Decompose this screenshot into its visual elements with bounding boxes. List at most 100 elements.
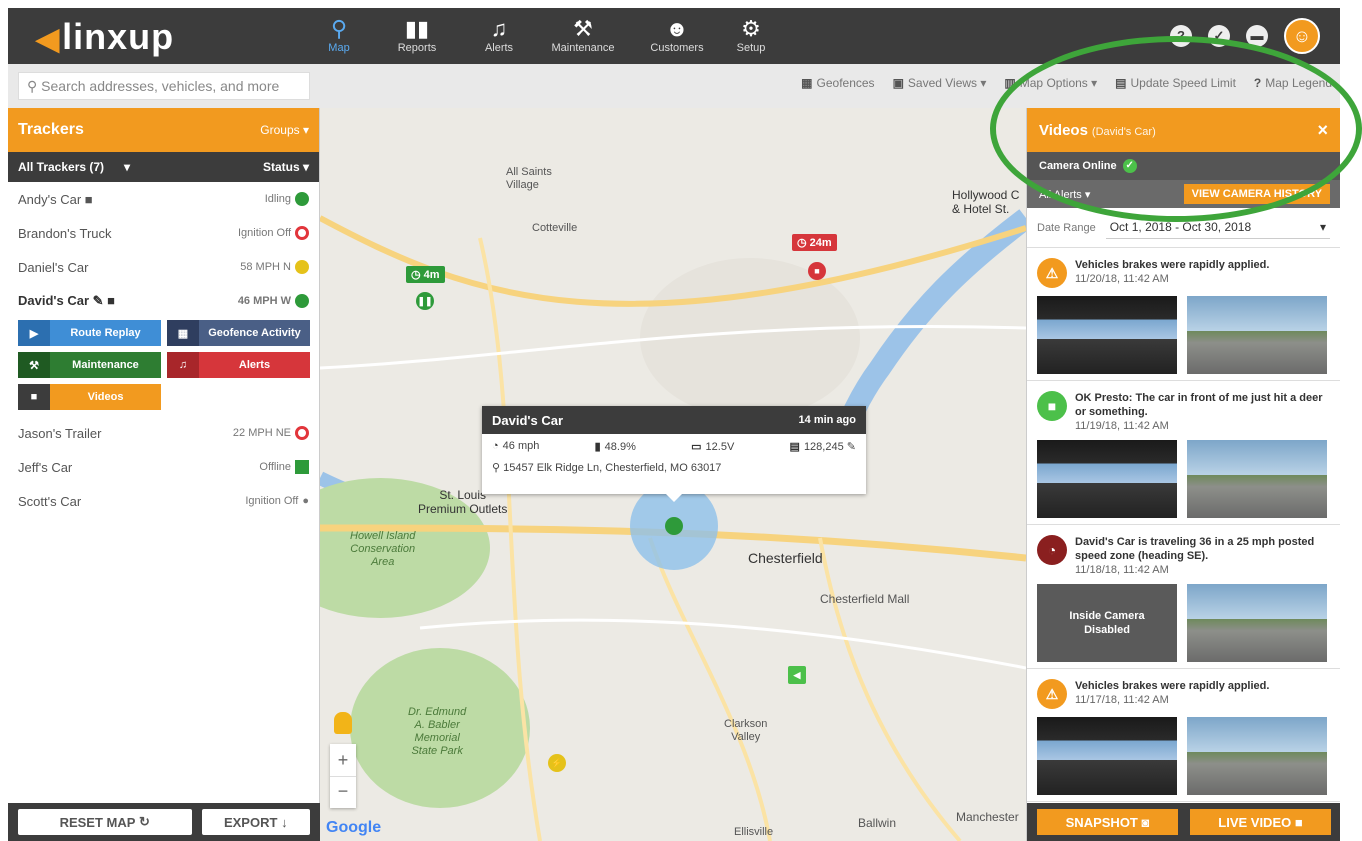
camera-status-bar: Camera Online ✓ <box>1027 152 1340 180</box>
videos-footer: SNAPSHOT ◙ LIVE VIDEO ■ <box>1027 803 1340 841</box>
address-text: 15457 Elk Ridge Ln, Chesterfield, MO 630… <box>503 462 722 474</box>
inside-camera-thumbnail[interactable] <box>1037 296 1177 374</box>
trackers-filter-bar: All Trackers (7) ▾ Status ▾ <box>8 152 319 182</box>
inside-camera-thumbnail[interactable] <box>1037 440 1177 518</box>
date-range-select[interactable]: Oct 1, 2018 - Oct 30, 2018 ▾ <box>1105 216 1330 239</box>
road-camera-thumbnail[interactable] <box>1187 296 1327 374</box>
update-speed-limit-button[interactable]: ▤ Update Speed Limit <box>1115 76 1236 90</box>
live-video-button[interactable]: LIVE VIDEO ■ <box>1190 809 1331 835</box>
road-camera-thumbnail[interactable] <box>1187 440 1327 518</box>
moving-status-icon <box>295 294 309 308</box>
tracker-row-selected[interactable]: David's Car ✎ ■ 46 MPH W <box>8 284 319 318</box>
video-event[interactable]: ⚠ Vehicles brakes were rapidly applied. 1… <box>1027 669 1340 802</box>
tracker-row[interactable]: Brandon's Truck Ignition Off <box>8 216 319 250</box>
user-avatar[interactable]: ☺ <box>1284 18 1320 54</box>
road <box>419 618 1026 670</box>
geofence-activity-button[interactable]: ▦ Geofence Activity <box>167 320 310 346</box>
chat-icon[interactable]: ▬ <box>1246 25 1268 47</box>
alerts-filter-dropdown[interactable]: All Alerts ▾ <box>1039 188 1090 201</box>
linxup-logo[interactable]: ◀linxup <box>36 16 174 58</box>
view-camera-history-button[interactable]: VIEW CAMERA HISTORY <box>1183 184 1330 204</box>
vehicle-marker-yellow[interactable]: ⚡ <box>548 754 566 772</box>
daniel-time-tag: ◷ 4m <box>406 266 445 283</box>
check-icon[interactable]: ✓ <box>1208 25 1230 47</box>
street-view-pegman-icon[interactable] <box>334 712 352 734</box>
tracker-status: 22 MPH NE <box>232 427 291 439</box>
video-camera-icon: ■ <box>107 293 116 308</box>
map-legend-button[interactable]: ? Map Legend <box>1254 76 1332 90</box>
event-header: ◔ David's Car is traveling 36 in a 25 mp… <box>1037 535 1330 576</box>
road-camera-thumbnail[interactable] <box>1187 584 1327 662</box>
snapshot-button[interactable]: SNAPSHOT ◙ <box>1037 809 1178 835</box>
export-button[interactable]: EXPORT ↓ <box>201 809 310 835</box>
reset-icon: ↻ <box>139 814 150 829</box>
maintenance-button[interactable]: ⚒ Maintenance <box>18 352 161 378</box>
vehicle-marker-brandon[interactable]: ■ <box>808 262 826 280</box>
tracker-row[interactable]: Andy's Car ■ Idling <box>8 182 319 216</box>
video-event[interactable]: ⚠ Vehicles brakes were rapidly applied. 1… <box>1027 248 1340 381</box>
speedometer-icon: ◔ <box>492 440 499 452</box>
speed-value: 46 mph <box>502 440 540 452</box>
odometer-value: 128,245 <box>803 441 844 453</box>
edit-icon[interactable]: ✎ <box>93 293 104 308</box>
tracker-row[interactable]: Daniel's Car 58 MPH N <box>8 250 319 284</box>
map-options-label: Map Options <box>1019 76 1088 90</box>
saved-views-button[interactable]: ▣ Saved Views ▾ <box>893 76 987 90</box>
help-icon[interactable]: ? <box>1170 25 1192 47</box>
logo-arrow-icon: ◀ <box>36 23 61 56</box>
event-date: 11/20/18, 11:42 AM <box>1075 273 1169 285</box>
map-label: Manchester <box>956 810 1019 824</box>
date-range-value: Oct 1, 2018 - Oct 30, 2018 <box>1109 220 1252 234</box>
tracker-row[interactable]: Jeff's Car Offline <box>8 450 319 484</box>
edit-icon[interactable]: ✎ <box>847 441 856 453</box>
help-circle-icon: ? <box>1253 76 1262 90</box>
tracker-row[interactable]: Scott's Car Ignition Off ● <box>8 484 319 518</box>
all-trackers-dropdown[interactable]: All Trackers (7) ▾ <box>18 160 130 174</box>
video-event[interactable]: ■ OK Presto: The car in front of me just… <box>1027 381 1340 525</box>
event-date: 11/19/18, 11:42 AM <box>1075 420 1169 432</box>
nav-reports[interactable]: ▮▮ Reports <box>378 16 456 54</box>
car-tools-icon: ⚒ <box>18 352 50 378</box>
event-text: OK Presto: The car in front of me just h… <box>1075 392 1323 418</box>
map-options-button[interactable]: ▥ Map Options ▾ <box>1004 76 1097 90</box>
nav-setup[interactable]: ⚙ Setup <box>712 16 790 54</box>
nav-customers[interactable]: ☻ Customers <box>638 16 716 54</box>
moving-status-icon <box>295 260 309 274</box>
zoom-in-button[interactable]: + <box>330 744 356 776</box>
tracker-row[interactable]: Jason's Trailer 22 MPH NE <box>8 416 319 450</box>
alerts-button[interactable]: ♫ Alerts <box>167 352 310 378</box>
popup-time: 14 min ago <box>798 414 856 426</box>
groups-dropdown[interactable]: Groups ▾ <box>260 123 309 137</box>
close-icon[interactable]: × <box>1317 120 1328 141</box>
current-location-marker[interactable] <box>665 517 683 535</box>
videos-label: Videos <box>87 391 124 403</box>
search-input[interactable]: ⚲ Search addresses, vehicles, and more <box>18 72 310 100</box>
geofences-button[interactable]: ▦ Geofences <box>801 76 874 90</box>
map-tools: ▦ Geofences ▣ Saved Views ▾ ▥ Map Options ▾… <box>801 76 1332 90</box>
videos-button[interactable]: ■ Videos <box>18 384 161 410</box>
vehicle-info-popup: David's Car 14 min ago ◔ 46 mph ▮ 48.9% ▭ 12… <box>482 406 866 502</box>
tracker-name: Scott's Car <box>18 493 82 509</box>
inside-camera-thumbnail[interactable] <box>1037 717 1177 795</box>
status-dropdown[interactable]: Status ▾ <box>263 160 309 174</box>
vehicle-marker-offline[interactable]: ◀ <box>788 666 806 684</box>
road-camera-thumbnail[interactable] <box>1187 717 1327 795</box>
location-pin-icon: ⚲ <box>492 462 504 474</box>
nav-alerts[interactable]: ♫ Alerts <box>460 16 538 54</box>
reset-map-button[interactable]: RESET MAP ↻ <box>18 809 192 835</box>
map-view[interactable]: All Saints Village Cotteville Hollywood … <box>320 108 1026 841</box>
tracker-name: Andy's Car <box>18 191 82 207</box>
route-replay-button[interactable]: ▶ Route Replay <box>18 320 161 346</box>
video-event[interactable]: ◔ David's Car is traveling 36 in a 25 mp… <box>1027 525 1340 669</box>
event-header: ⚠ Vehicles brakes were rapidly applied. 1… <box>1037 258 1330 288</box>
event-date: 11/17/18, 11:42 AM <box>1075 694 1169 706</box>
alerts-label: Alerts <box>238 359 271 371</box>
inside-camera-disabled: Inside Camera Disabled <box>1037 584 1177 662</box>
videos-title: Videos <box>1039 121 1088 139</box>
vehicle-marker-daniel[interactable]: ❚❚ <box>416 292 434 310</box>
zoom-out-button[interactable]: − <box>330 776 356 808</box>
zoom-control: + − <box>330 744 356 808</box>
nav-map[interactable]: ⚲ Map <box>300 16 378 54</box>
fuel-value: 48.9% <box>604 441 636 453</box>
nav-maintenance[interactable]: ⚒ Maintenance <box>544 16 622 54</box>
